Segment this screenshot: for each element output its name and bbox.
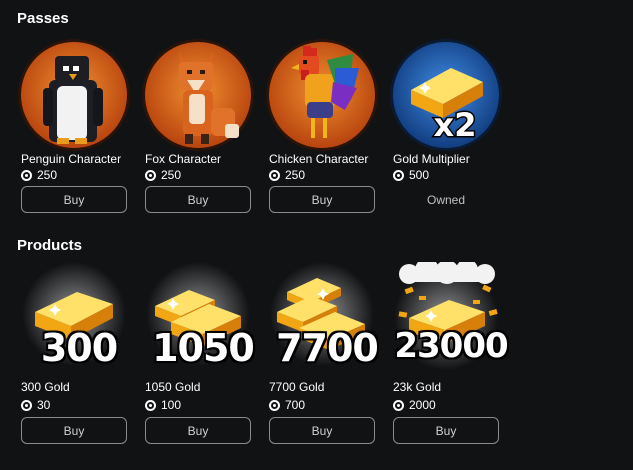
multiplier-badge: x2: [434, 106, 477, 144]
gold-amount-label: 300: [40, 326, 118, 370]
price-value: 2000: [409, 398, 436, 412]
buy-button[interactable]: Buy: [269, 417, 375, 444]
products-section-title: Products: [17, 237, 83, 254]
pass-card-penguin: Penguin Character 250 Buy: [17, 38, 141, 218]
product-price: 30: [21, 398, 50, 412]
pass-price: 500: [393, 168, 429, 182]
pass-price: 250: [145, 168, 181, 182]
gold-cloud-icon[interactable]: [389, 262, 513, 386]
robux-icon: [393, 399, 404, 411]
pass-name: Chicken Character: [269, 152, 369, 166]
buy-button[interactable]: Buy: [21, 186, 127, 213]
product-name: 23k Gold: [393, 380, 442, 394]
product-price: 2000: [393, 398, 436, 412]
gold-amount-label: 1050: [152, 326, 255, 370]
buy-button[interactable]: Buy: [393, 417, 499, 444]
pass-card-gold-multiplier: x2 Gold Multiplier 500 Owned: [389, 38, 513, 218]
gold-bar-icon[interactable]: x2: [389, 38, 513, 162]
passes-section-title: Passes: [17, 10, 69, 27]
product-card-1050-gold: 1050 1050 Gold 100 Buy: [141, 262, 265, 447]
buy-button[interactable]: Buy: [21, 417, 127, 444]
robux-icon: [269, 399, 280, 411]
fox-icon[interactable]: [141, 38, 265, 162]
product-card-300-gold: 300 300 Gold 30 Buy: [17, 262, 141, 447]
product-card-23k-gold: 23000 23k Gold 2000 Buy: [389, 262, 513, 447]
buy-button[interactable]: Buy: [145, 417, 251, 444]
price-value: 700: [285, 398, 306, 412]
pass-name: Gold Multiplier: [393, 152, 470, 166]
gold-amount-label: 7700: [276, 326, 379, 370]
product-name: 7700 Gold: [269, 380, 325, 394]
buy-button[interactable]: Buy: [145, 186, 251, 213]
price-value: 500: [409, 168, 430, 182]
penguin-icon[interactable]: [17, 38, 141, 162]
robux-icon: [21, 169, 32, 181]
product-name: 1050 Gold: [145, 380, 201, 394]
price-value: 100: [161, 398, 182, 412]
product-price: 700: [269, 398, 305, 412]
pass-price: 250: [269, 168, 305, 182]
robux-icon: [393, 169, 404, 181]
product-price: 100: [145, 398, 181, 412]
robux-icon: [145, 399, 156, 411]
pass-card-fox: Fox Character 250 Buy: [141, 38, 265, 218]
price-value: 250: [285, 168, 306, 182]
pass-card-chicken: Chicken Character 250 Buy: [265, 38, 389, 218]
owned-status: Owned: [426, 192, 466, 207]
robux-icon: [145, 169, 156, 181]
gold-amount-label: 23000: [394, 326, 508, 366]
robux-icon: [21, 399, 32, 411]
price-value: 250: [37, 168, 58, 182]
pass-price: 250: [21, 168, 57, 182]
price-value: 250: [161, 168, 182, 182]
buy-button[interactable]: Buy: [269, 186, 375, 213]
robux-icon: [269, 169, 280, 181]
pass-name: Penguin Character: [21, 152, 122, 166]
product-card-7700-gold: 7700 7700 Gold 700 Buy: [265, 262, 389, 447]
price-value: 30: [37, 398, 51, 412]
product-name: 300 Gold: [21, 380, 70, 394]
chicken-icon[interactable]: [265, 38, 389, 162]
pass-name: Fox Character: [145, 152, 222, 166]
